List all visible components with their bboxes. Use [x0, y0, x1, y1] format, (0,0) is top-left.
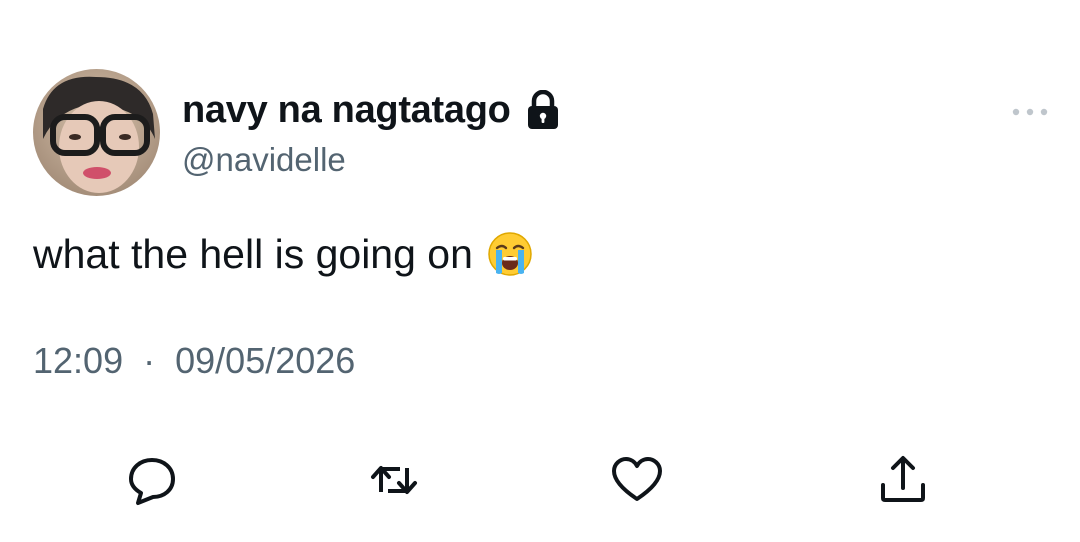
tweet-date: 09/05/2026	[175, 340, 356, 381]
tweet-timestamp[interactable]: 12:09 · 09/05/2026	[33, 337, 355, 385]
tweet-time: 12:09	[33, 340, 124, 381]
author-display-name-row: navy na nagtatago	[182, 84, 561, 136]
tweet-text-row: what the hell is going on	[33, 226, 533, 282]
like-icon[interactable]	[609, 452, 665, 508]
retweet-icon[interactable]	[366, 452, 422, 508]
author-handle[interactable]: @navidelle	[182, 138, 346, 182]
ellipsis-icon[interactable]	[1006, 100, 1054, 124]
lock-icon	[525, 89, 561, 130]
loudly-crying-face-icon	[487, 231, 533, 277]
author-display-name[interactable]: navy na nagtatago	[182, 84, 511, 136]
avatar[interactable]	[33, 69, 160, 196]
share-icon[interactable]	[875, 452, 931, 508]
timestamp-separator: ·	[143, 340, 156, 381]
reply-icon[interactable]	[124, 452, 180, 508]
tweet-text: what the hell is going on	[33, 231, 473, 277]
